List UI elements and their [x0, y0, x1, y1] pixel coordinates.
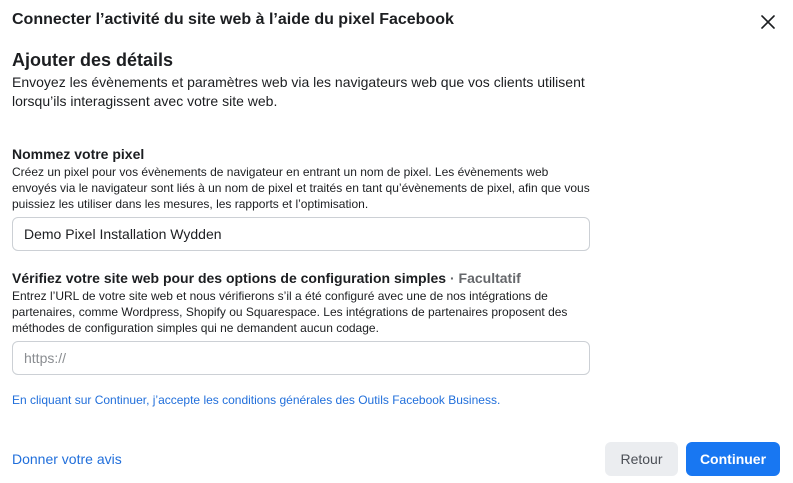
feedback-link[interactable]: Donner votre avis	[12, 451, 122, 467]
close-button[interactable]	[756, 10, 780, 34]
dialog-title: Connecter l’activité du site web à l’aid…	[12, 11, 454, 28]
terms-link[interactable]: En cliquant sur Continuer, j’accepte les…	[12, 393, 500, 407]
website-url-input[interactable]	[12, 341, 590, 375]
website-label-text: Vérifiez votre site web pour des options…	[12, 270, 447, 286]
continue-button[interactable]: Continuer	[686, 442, 780, 476]
section-description: Envoyez les évènements et paramètres web…	[12, 74, 585, 109]
pixel-name-help: Créez un pixel pour vos évènements de na…	[12, 165, 590, 211]
pixel-name-label: Nommez votre pixel	[12, 146, 145, 162]
back-button[interactable]: Retour	[605, 442, 678, 476]
pixel-name-input[interactable]	[12, 217, 590, 251]
close-icon	[761, 15, 775, 29]
website-help: Entrez l’URL de votre site web et nous v…	[12, 289, 568, 335]
optional-tag: · Facultatif	[449, 270, 521, 286]
website-label: Vérifiez votre site web pour des options…	[12, 270, 521, 286]
section-heading: Ajouter des détails	[12, 50, 174, 70]
